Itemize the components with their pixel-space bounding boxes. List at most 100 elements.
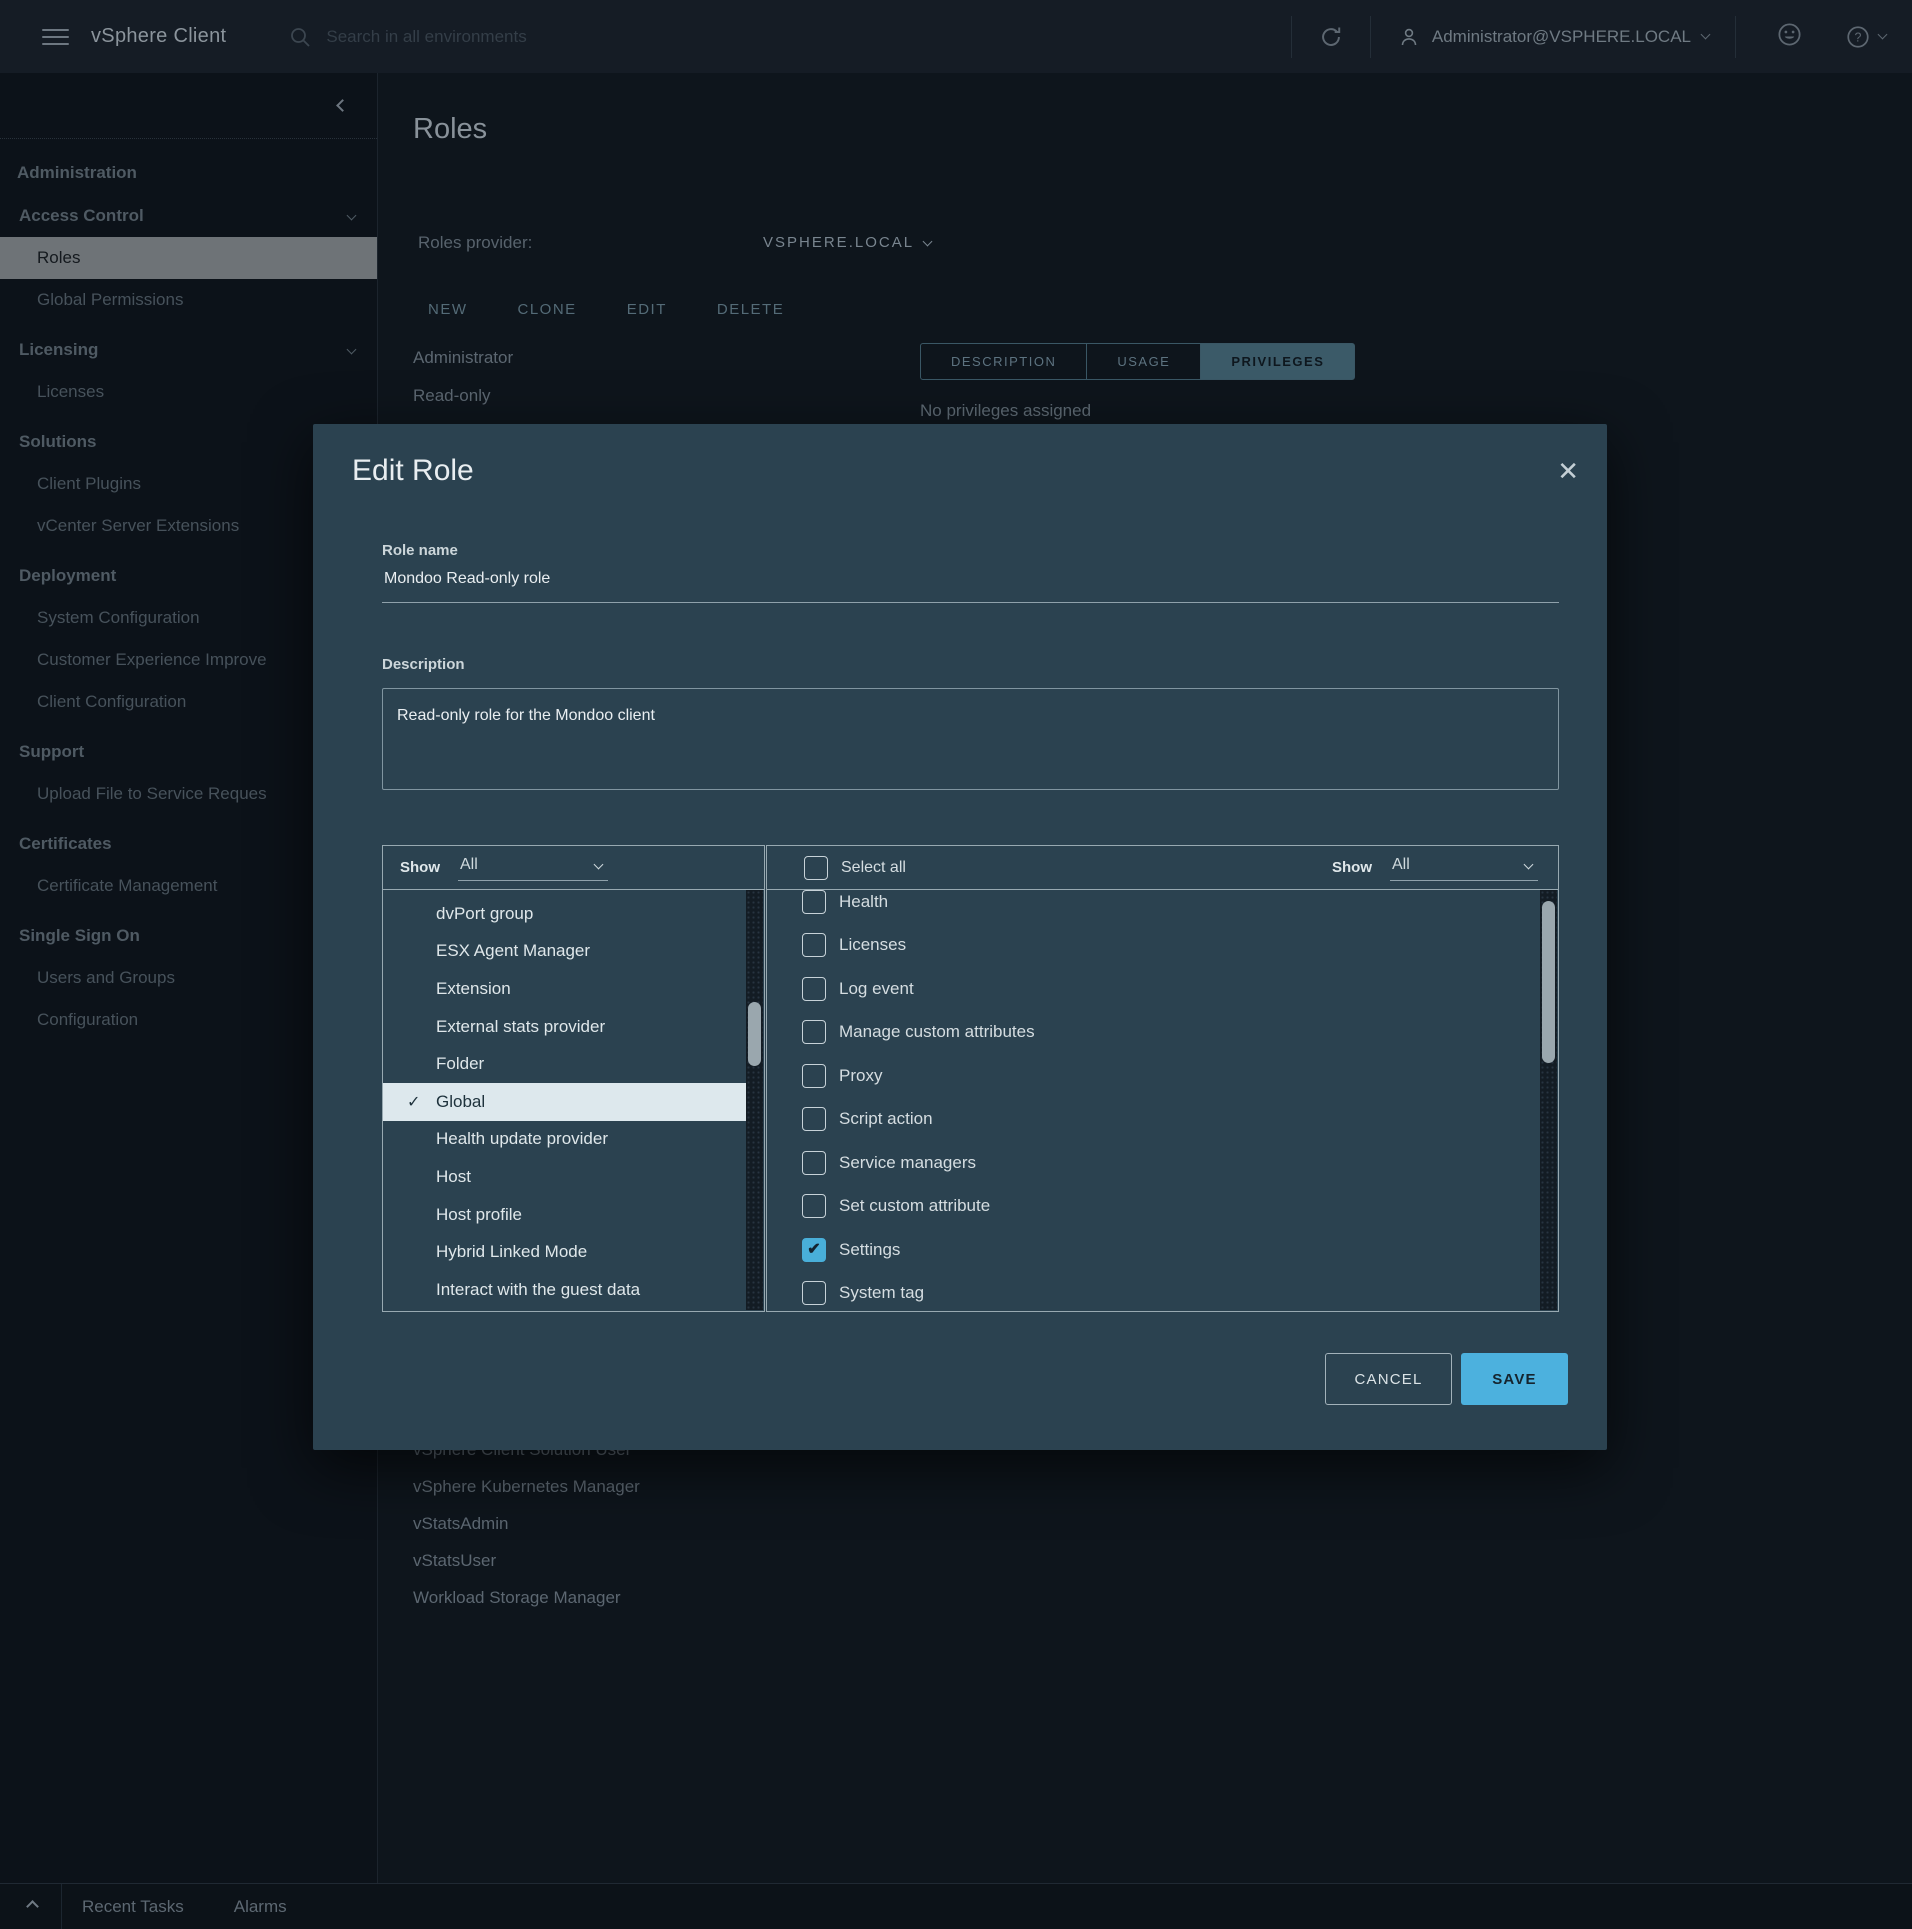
close-icon[interactable]: ✕ bbox=[1557, 458, 1579, 484]
category-label: Folder bbox=[436, 1054, 484, 1074]
top-bar: vSphere Client Administ bbox=[0, 0, 1912, 73]
sidebar-item[interactable]: Licenses bbox=[0, 371, 377, 413]
select-all[interactable]: Select all bbox=[804, 856, 906, 880]
svg-text:?: ? bbox=[1855, 30, 1862, 44]
category-item[interactable]: Folder bbox=[383, 1045, 746, 1083]
role-name-input[interactable] bbox=[382, 570, 1559, 603]
category-item[interactable]: ESX Agent Manager bbox=[383, 933, 746, 971]
privilege-label: System tag bbox=[839, 1283, 924, 1303]
category-item[interactable]: Hybrid Linked Mode bbox=[383, 1233, 746, 1271]
select-all-checkbox[interactable] bbox=[804, 856, 828, 880]
privilege-item[interactable]: Manage custom attributes bbox=[767, 1011, 1558, 1055]
sidebar-item[interactable]: Licensing bbox=[0, 329, 377, 371]
roles-provider-select[interactable]: VSPHERE.LOCAL bbox=[763, 234, 931, 251]
privilege-item[interactable]: System tag bbox=[767, 1272, 1558, 1312]
help-menu[interactable]: ? bbox=[1845, 24, 1886, 50]
bottom-bar-tab[interactable]: Alarms bbox=[234, 1897, 287, 1917]
privilege-label: Settings bbox=[839, 1240, 900, 1260]
privileges-list: Health Licenses Log event Manage custom … bbox=[767, 890, 1558, 1311]
category-item[interactable]: dvPort group bbox=[383, 895, 746, 933]
privilege-checkbox[interactable] bbox=[802, 933, 826, 957]
category-item[interactable]: External stats provider bbox=[383, 1008, 746, 1046]
privilege-item[interactable]: Service managers bbox=[767, 1141, 1558, 1185]
privilege-filter-value: All bbox=[1392, 856, 1410, 874]
privilege-item[interactable]: ✔ Settings bbox=[767, 1228, 1558, 1272]
privilege-checkbox[interactable] bbox=[802, 1107, 826, 1131]
categories-panel: Show All dvPort group ESX Agent Manager … bbox=[382, 845, 765, 1312]
role-list-item[interactable]: Workload Storage Manager bbox=[413, 1579, 640, 1616]
category-filter-select[interactable]: All bbox=[458, 854, 608, 881]
collapse-sidebar-icon[interactable] bbox=[336, 99, 349, 112]
chevron-down-icon bbox=[1524, 859, 1534, 869]
privilege-item[interactable]: Health bbox=[767, 890, 1558, 924]
privilege-checkbox[interactable] bbox=[802, 1281, 826, 1305]
sidebar-item[interactable]: Global Permissions bbox=[0, 279, 377, 321]
scrollbar-thumb[interactable] bbox=[748, 1002, 761, 1066]
hamburger-menu-icon[interactable] bbox=[42, 24, 69, 50]
role-list-item[interactable]: Administrator bbox=[413, 339, 513, 377]
cancel-button[interactable]: CANCEL bbox=[1325, 1353, 1452, 1405]
bottom-bar: Recent Tasks Alarms bbox=[0, 1883, 1912, 1929]
category-item[interactable]: ✓ Global bbox=[383, 1083, 746, 1121]
description-textarea[interactable]: Read-only role for the Mondoo client bbox=[382, 688, 1559, 790]
scrollbar[interactable] bbox=[746, 890, 763, 1310]
privilege-checkbox[interactable] bbox=[802, 977, 826, 1001]
privileges-panel-header: Select all Show All bbox=[767, 846, 1558, 890]
toolbar-button[interactable]: DELETE bbox=[717, 301, 784, 318]
scrollbar-thumb[interactable] bbox=[1542, 901, 1555, 1063]
privilege-item[interactable]: Script action bbox=[767, 1098, 1558, 1142]
search-input[interactable] bbox=[326, 27, 756, 47]
category-filter-value: All bbox=[460, 856, 478, 874]
roles-toolbar: NEW CLONE EDIT DELETE bbox=[428, 301, 784, 318]
privilege-item[interactable]: Proxy bbox=[767, 1054, 1558, 1098]
privilege-checkbox[interactable] bbox=[802, 1020, 826, 1044]
categories-panel-header: Show All bbox=[383, 846, 764, 890]
sidebar-collapse-row bbox=[0, 73, 377, 139]
category-item[interactable]: Extension bbox=[383, 970, 746, 1008]
privilege-label: Log event bbox=[839, 979, 914, 999]
categories-list: dvPort group ESX Agent Manager Extension… bbox=[383, 890, 764, 1311]
privilege-item[interactable]: Log event bbox=[767, 967, 1558, 1011]
role-detail-tab[interactable]: USAGE bbox=[1086, 343, 1201, 380]
roles-list-continued: vSphere Client Solution User vSphere Kub… bbox=[413, 1431, 640, 1616]
privilege-item[interactable]: Set custom attribute bbox=[767, 1185, 1558, 1229]
person-icon bbox=[1397, 25, 1421, 49]
privilege-filter-select[interactable]: All bbox=[1390, 854, 1538, 881]
category-item[interactable]: Host profile bbox=[383, 1196, 746, 1234]
refresh-icon bbox=[1318, 24, 1344, 50]
role-list-item[interactable]: Read-only bbox=[413, 377, 513, 415]
save-button[interactable]: SAVE bbox=[1461, 1353, 1568, 1405]
select-all-label: Select all bbox=[841, 859, 906, 877]
privilege-item[interactable]: Licenses bbox=[767, 924, 1558, 968]
role-list-item[interactable]: vSphere Kubernetes Manager bbox=[413, 1468, 640, 1505]
role-list-item[interactable]: vStatsAdmin bbox=[413, 1505, 640, 1542]
privilege-checkbox[interactable] bbox=[802, 890, 826, 914]
show-label: Show bbox=[1332, 859, 1372, 876]
privilege-checkbox[interactable]: ✔ bbox=[802, 1238, 826, 1262]
role-detail-tab[interactable]: DESCRIPTION bbox=[920, 343, 1087, 380]
chevron-down-icon bbox=[923, 236, 933, 246]
privilege-checkbox[interactable] bbox=[802, 1151, 826, 1175]
category-label: dvPort group bbox=[436, 904, 533, 924]
sidebar-item[interactable]: Roles bbox=[0, 237, 377, 279]
role-detail-tab[interactable]: PRIVILEGES bbox=[1200, 343, 1355, 380]
feedback-button[interactable] bbox=[1776, 21, 1803, 53]
category-item[interactable]: Host bbox=[383, 1158, 746, 1196]
user-menu[interactable]: Administrator@VSPHERE.LOCAL bbox=[1397, 25, 1709, 49]
category-label: External stats provider bbox=[436, 1017, 605, 1037]
category-item[interactable]: Health update provider bbox=[383, 1121, 746, 1159]
category-item[interactable]: Interact with the guest data bbox=[383, 1271, 746, 1309]
sidebar-item[interactable]: Access Control bbox=[0, 195, 377, 237]
toolbar-button[interactable]: NEW bbox=[428, 301, 468, 318]
refresh-button[interactable] bbox=[1318, 24, 1344, 50]
privilege-checkbox[interactable] bbox=[802, 1194, 826, 1218]
privilege-checkbox[interactable] bbox=[802, 1064, 826, 1088]
chevron-down-icon bbox=[347, 345, 357, 355]
scrollbar[interactable] bbox=[1540, 890, 1557, 1310]
role-list-item[interactable]: vStatsUser bbox=[413, 1542, 640, 1579]
bottom-bar-tab[interactable]: Recent Tasks bbox=[82, 1897, 184, 1917]
toolbar-button[interactable]: EDIT bbox=[627, 301, 667, 318]
expand-panel-icon[interactable] bbox=[26, 1900, 39, 1913]
toolbar-button[interactable]: CLONE bbox=[518, 301, 577, 318]
smiley-icon bbox=[1776, 21, 1803, 48]
